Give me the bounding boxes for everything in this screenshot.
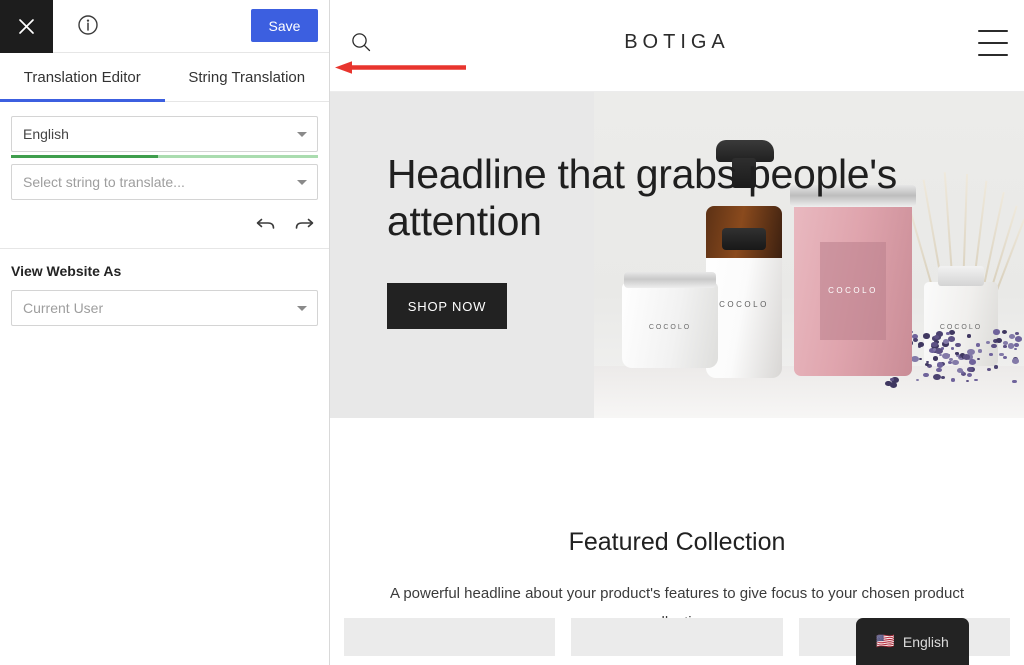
shop-now-button[interactable]: SHOP NOW <box>387 283 507 329</box>
view-website-as-group: Current User <box>0 279 329 326</box>
hamburger-menu-icon[interactable] <box>978 30 1008 56</box>
product-white-jar: COCOLO <box>622 272 718 368</box>
language-select-value: English <box>23 126 69 142</box>
string-select-group: Select string to translate... <box>0 158 329 200</box>
string-select[interactable]: Select string to translate... <box>11 164 318 200</box>
view-website-as-value: Current User <box>23 300 104 316</box>
featured-collection-section: Featured Collection A powerful headline … <box>330 418 1024 656</box>
sidebar-body: English Select string to translate... Vi… <box>0 102 329 326</box>
site-header: BOTIGA <box>330 0 1024 92</box>
translation-sidebar: Save Translation Editor String Translati… <box>0 0 330 665</box>
product-card[interactable] <box>571 618 783 656</box>
product-card[interactable] <box>344 618 556 656</box>
sidebar-topbar: Save <box>0 0 329 53</box>
info-button[interactable] <box>76 14 100 41</box>
hero-headline: Headline that grabs people's attention <box>387 151 898 244</box>
info-circle-icon <box>77 14 99 41</box>
string-select-placeholder: Select string to translate... <box>23 174 185 190</box>
language-select-group: English <box>0 102 329 158</box>
us-flag-icon: 🇺🇸 <box>876 633 895 650</box>
chevron-down-icon <box>297 132 307 137</box>
featured-title: Featured Collection <box>568 528 786 556</box>
site-logo[interactable]: BOTIGA <box>330 31 1024 54</box>
sidebar-tabs: Translation Editor String Translation <box>0 53 329 102</box>
undo-arrow-icon[interactable] <box>255 212 277 234</box>
chevron-down-icon <box>297 306 307 311</box>
hero-product-photo: COCOLO COCOLO COCOLO COCOLO <box>594 92 1024 418</box>
close-button[interactable] <box>0 0 53 53</box>
language-select[interactable]: English <box>11 116 318 152</box>
history-controls <box>0 200 329 234</box>
product-label: COCOLO <box>648 324 692 331</box>
tab-string-translation[interactable]: String Translation <box>165 53 330 101</box>
hero-section: COCOLO COCOLO COCOLO COCOLO Headline tha… <box>330 92 1024 418</box>
site-preview: BOTIGA COCOLO COCOLO COCOLO COCOLO Headl… <box>330 0 1024 665</box>
language-switcher[interactable]: 🇺🇸 English <box>856 618 969 665</box>
product-label: COCOLO <box>828 286 878 295</box>
app-root: Save Translation Editor String Translati… <box>0 0 1024 665</box>
save-button[interactable]: Save <box>251 9 318 42</box>
close-icon <box>18 18 35 35</box>
redo-arrow-icon[interactable] <box>293 212 315 234</box>
chevron-down-icon <box>297 180 307 185</box>
view-website-as-select[interactable]: Current User <box>11 290 318 326</box>
tab-translation-editor-label: Translation Editor <box>23 68 141 86</box>
tab-string-translation-label: String Translation <box>188 68 306 86</box>
language-switcher-label: English <box>902 633 949 650</box>
tab-translation-editor[interactable]: Translation Editor <box>0 53 165 102</box>
hero-text-block: Headline that grabs people's attention <box>387 151 927 245</box>
view-website-as-label: View Website As <box>11 263 122 279</box>
